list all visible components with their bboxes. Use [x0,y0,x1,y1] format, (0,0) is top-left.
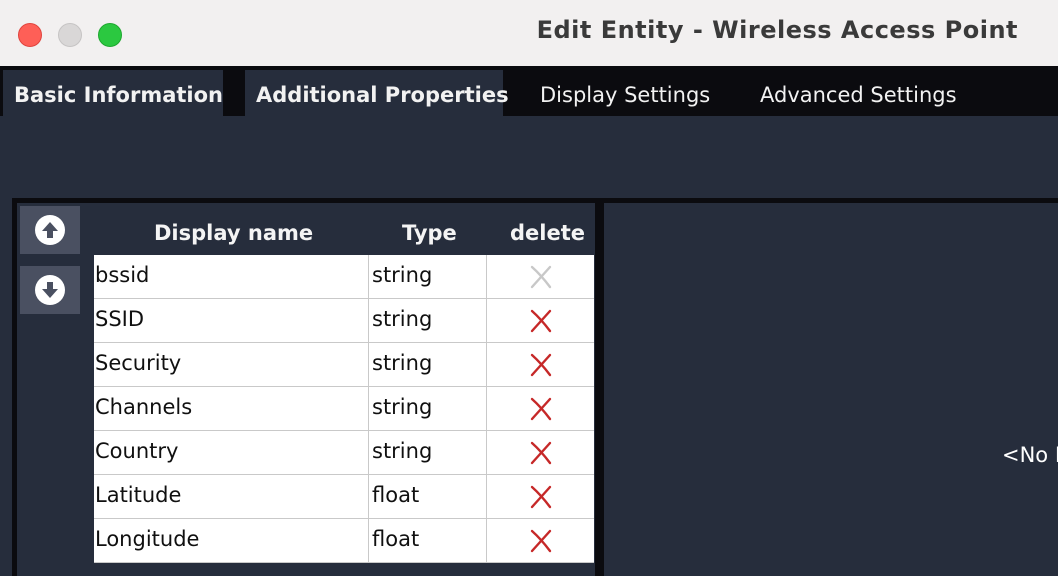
move-up-button[interactable] [20,206,80,254]
table-row[interactable]: bssid string [94,255,594,299]
delete-x-icon [530,353,551,376]
edit-entity-window: Edit Entity - Wireless Access Point Basi… [0,0,1058,576]
tab-content: Display name Type delete bssid string SSID… [0,116,1058,576]
property-type-cell[interactable]: string [369,343,487,386]
delete-x-icon [530,397,551,420]
property-name-cell[interactable]: SSID [94,299,369,342]
title-bar: Edit Entity - Wireless Access Point [0,0,1058,67]
property-name-cell[interactable]: Latitude [94,475,369,518]
delete-property-button[interactable] [487,299,594,342]
table-body: bssid string SSID string Security string Chann… [94,255,594,563]
properties-list-pane: Display name Type delete bssid string SSID… [17,203,595,576]
delete-x-icon [530,441,551,464]
property-name-cell[interactable]: bssid [94,255,369,298]
properties-table: Display name Type delete bssid string SSID… [94,209,594,563]
property-name-cell[interactable]: Country [94,431,369,474]
delete-x-icon [530,265,551,288]
property-name-cell[interactable]: Channels [94,387,369,430]
delete-x-icon [530,309,551,332]
table-row[interactable]: SSID string [94,299,594,343]
column-header-display-name[interactable]: Display name [154,221,313,245]
maximize-window-button[interactable] [98,23,122,47]
close-window-button[interactable] [18,23,42,47]
arrow-down-circle-icon [35,275,65,305]
property-name-cell[interactable]: Longitude [94,519,369,562]
table-row[interactable]: Country string [94,431,594,475]
delete-x-icon [530,485,551,508]
minimize-window-button[interactable] [58,23,82,47]
tab-advanced-settings[interactable]: Advanced Settings [760,70,957,116]
move-down-button[interactable] [20,266,80,314]
property-name-cell[interactable]: Security [94,343,369,386]
table-row[interactable]: Latitude float [94,475,594,519]
property-type-cell[interactable]: string [369,299,487,342]
property-type-cell[interactable]: string [369,387,487,430]
arrow-up-circle-icon [35,215,65,245]
tab-bar: Basic Information Additional Properties … [0,66,1058,116]
delete-x-icon [530,529,551,552]
no-property-selected-text: <No Property Selected> [1002,443,1058,467]
tab-display-settings[interactable]: Display Settings [540,70,710,116]
tab-additional-properties[interactable]: Additional Properties [245,70,509,116]
delete-property-button[interactable] [487,431,594,474]
delete-property-button[interactable] [487,475,594,518]
delete-property-button [487,255,594,298]
tab-basic-information[interactable]: Basic Information [3,70,223,116]
delete-property-button[interactable] [487,387,594,430]
property-detail-pane: <No Property Selected> [604,203,1058,576]
window-title: Edit Entity - Wireless Access Point [536,16,1018,44]
property-type-cell[interactable]: string [369,255,487,298]
table-row[interactable]: Channels string [94,387,594,431]
column-header-delete[interactable]: delete [510,221,585,245]
table-header: Display name Type delete [94,209,594,255]
property-type-cell[interactable]: float [369,475,487,518]
column-header-type[interactable]: Type [402,221,457,245]
table-row[interactable]: Security string [94,343,594,387]
delete-property-button[interactable] [487,343,594,386]
properties-panel: Display name Type delete bssid string SSID… [12,198,1058,576]
property-type-cell[interactable]: string [369,431,487,474]
table-row[interactable]: Longitude float [94,519,594,563]
delete-property-button[interactable] [487,519,594,562]
property-type-cell[interactable]: float [369,519,487,562]
